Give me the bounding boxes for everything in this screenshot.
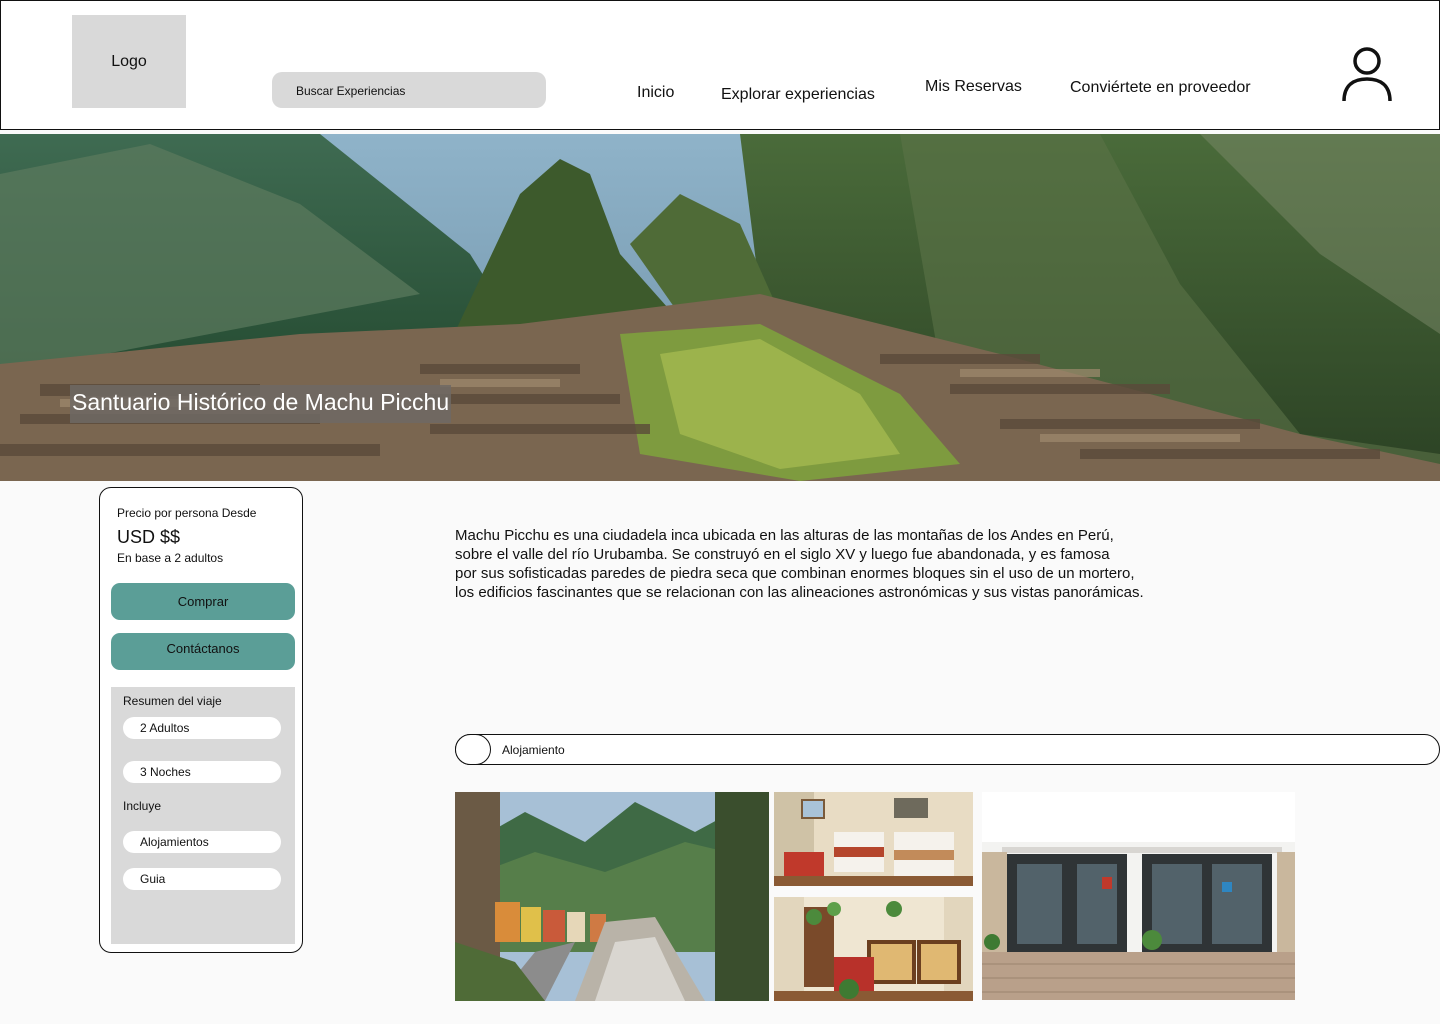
hero-image xyxy=(0,134,1440,481)
summary-title: Resumen del viaje xyxy=(123,694,222,708)
photo-hotel-facade[interactable] xyxy=(982,792,1295,1000)
user-icon[interactable] xyxy=(1337,45,1397,107)
site-header: Logo Buscar Experiencias Inicio Explorar… xyxy=(0,0,1440,130)
price-label: Precio por persona Desde xyxy=(117,506,257,520)
description-line: por sus sofisticadas paredes de piedra s… xyxy=(455,565,1135,582)
photo-hotel-lounge[interactable] xyxy=(774,897,973,1001)
accordion-label: Alojamiento xyxy=(502,743,565,757)
nav-item-reservas[interactable]: Mis Reservas xyxy=(925,78,1022,96)
buy-button[interactable]: Comprar xyxy=(111,583,295,620)
price-base-note: En base a 2 adultos xyxy=(117,551,224,565)
accommodation-accordion[interactable]: Alojamiento xyxy=(455,734,1440,765)
price-card: Precio por persona Desde USD $$ En base … xyxy=(99,487,303,953)
trip-summary: Resumen del viaje 2 Adultos 3 Noches Inc… xyxy=(111,687,295,944)
summary-item-nights: 3 Noches xyxy=(123,761,281,783)
description-line: Machu Picchu es una ciudadela inca ubica… xyxy=(455,527,1114,544)
summary-item-adults: 2 Adultos xyxy=(123,717,281,739)
includes-item-guide: Guia xyxy=(123,868,281,890)
contact-button[interactable]: Contáctanos xyxy=(111,633,295,670)
includes-item-accommodation: Alojamientos xyxy=(123,831,281,853)
description-line: los edificios fascinantes que se relacio… xyxy=(455,584,1144,601)
nav-item-explorar[interactable]: Explorar experiencias xyxy=(721,86,875,104)
photo-aguas-calientes[interactable] xyxy=(455,792,769,1001)
includes-title: Incluye xyxy=(123,799,162,813)
search-input[interactable]: Buscar Experiencias xyxy=(272,72,546,108)
photo-hotel-bedroom[interactable] xyxy=(774,792,973,886)
logo[interactable]: Logo xyxy=(72,15,186,108)
nav-item-proveedor[interactable]: Conviértete en proveedor xyxy=(1070,79,1251,97)
hero-banner: Santuario Histórico de Machu Picchu xyxy=(0,134,1440,481)
toggle-icon[interactable] xyxy=(455,734,491,765)
price-value: USD $$ xyxy=(117,527,181,547)
description-line: sobre el valle del río Urubamba. Se cons… xyxy=(455,546,1110,563)
page-title: Santuario Histórico de Machu Picchu xyxy=(70,385,452,423)
experience-description: Machu Picchu es una ciudadela inca ubica… xyxy=(455,526,1335,602)
nav-item-inicio[interactable]: Inicio xyxy=(637,84,674,102)
